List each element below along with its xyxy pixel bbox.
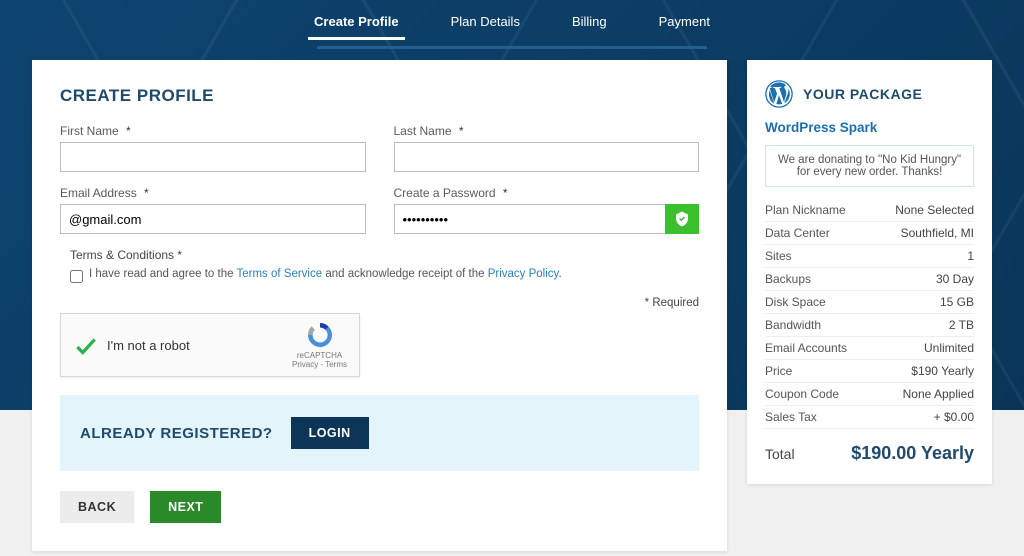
page-title: CREATE PROFILE [60, 86, 699, 106]
package-name: WordPress Spark [765, 120, 974, 135]
package-heading: YOUR PACKAGE [803, 86, 922, 102]
spec-coupon: Coupon CodeNone Applied [765, 383, 974, 406]
tos-link[interactable]: Terms of Service [236, 268, 322, 280]
package-summary-card: YOUR PACKAGE WordPress Spark We are dona… [747, 60, 992, 484]
donation-note: We are donating to "No Kid Hungry" for e… [765, 145, 974, 187]
step-billing[interactable]: Billing [566, 14, 613, 40]
recaptcha-label: I'm not a robot [107, 338, 282, 353]
spec-email: Email AccountsUnlimited [765, 337, 974, 360]
recaptcha-check-icon [73, 333, 97, 357]
first-name-input[interactable] [60, 142, 366, 172]
steps-progress-line [317, 46, 707, 49]
recaptcha-brand: reCAPTCHA Privacy - Terms [292, 320, 347, 370]
password-label: Create a Password * [394, 186, 700, 200]
step-payment[interactable]: Payment [653, 14, 716, 40]
spec-bandwidth: Bandwidth2 TB [765, 314, 974, 337]
package-total: Total $190.00 Yearly [765, 443, 974, 464]
login-button[interactable]: LOGIN [291, 417, 369, 449]
spec-sites: Sites1 [765, 245, 974, 268]
privacy-link[interactable]: Privacy Policy [488, 268, 559, 280]
password-strength-icon [665, 204, 699, 234]
back-button[interactable]: BACK [60, 491, 134, 523]
terms-checkbox[interactable] [70, 270, 83, 283]
step-create-profile[interactable]: Create Profile [308, 14, 405, 40]
terms-heading: Terms & Conditions * [70, 248, 699, 262]
spec-plan-nickname: Plan NicknameNone Selected [765, 199, 974, 222]
terms-text: I have read and agree to the Terms of Se… [89, 268, 562, 280]
last-name-input[interactable] [394, 142, 700, 172]
password-input[interactable] [394, 204, 700, 234]
next-button[interactable]: NEXT [150, 491, 221, 523]
already-registered-text: ALREADY REGISTERED? [80, 425, 273, 442]
step-plan-details[interactable]: Plan Details [445, 14, 526, 40]
already-registered-panel: ALREADY REGISTERED? LOGIN [60, 395, 699, 471]
first-name-label: First Name * [60, 124, 366, 138]
create-profile-card: CREATE PROFILE First Name * Last Name * … [32, 60, 727, 551]
spec-sales-tax: Sales Tax+ $0.00 [765, 406, 974, 429]
spec-disk-space: Disk Space15 GB [765, 291, 974, 314]
spec-price: Price$190 Yearly [765, 360, 974, 383]
spec-backups: Backups30 Day [765, 268, 974, 291]
recaptcha[interactable]: I'm not a robot reCAPTCHA Privacy - Term… [60, 313, 360, 377]
required-note: * Required [60, 297, 699, 309]
email-input[interactable] [60, 204, 366, 234]
package-specs: Plan NicknameNone Selected Data CenterSo… [765, 199, 974, 429]
checkout-steps: Create Profile Plan Details Billing Paym… [0, 0, 1024, 46]
email-label: Email Address * [60, 186, 366, 200]
last-name-label: Last Name * [394, 124, 700, 138]
spec-data-center: Data CenterSouthfield, MI [765, 222, 974, 245]
wordpress-icon [765, 80, 793, 108]
